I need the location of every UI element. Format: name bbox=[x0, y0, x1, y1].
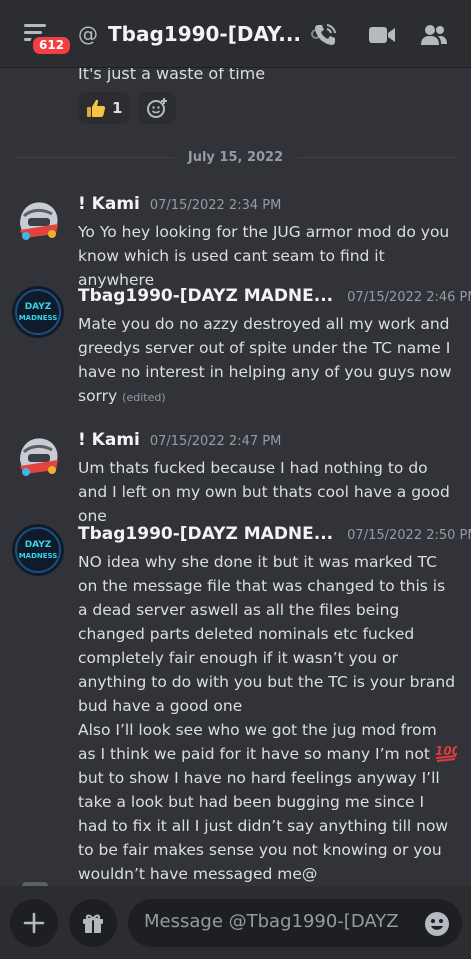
message-input[interactable] bbox=[144, 911, 404, 932]
video-call-icon[interactable] bbox=[368, 22, 396, 48]
thumbs-up-icon bbox=[87, 99, 106, 117]
dayz-madness-avatar-icon: DAYZ MADNESS bbox=[12, 524, 64, 576]
message-header: Tbag1990-[DAYZ MADNE... 07/15/2022 2:50 … bbox=[78, 524, 471, 544]
divider-line bbox=[297, 157, 458, 158]
previous-message-text: It's just a waste of time bbox=[78, 68, 266, 83]
author-name[interactable]: Tbag1990-[DAYZ MADNE... bbox=[78, 524, 333, 544]
message-text: Um thats fucked because I had nothing to… bbox=[78, 459, 450, 525]
reaction-bar: 1 bbox=[78, 92, 177, 124]
author-name[interactable]: ! Kami bbox=[78, 194, 140, 214]
dayz-madness-avatar-icon: DAYZ MADNESS bbox=[12, 286, 64, 338]
message-list[interactable]: It's just a waste of time 1 July 15, 202… bbox=[0, 68, 471, 886]
message-text-content: but to show I have no hard feelings anyw… bbox=[78, 769, 449, 883]
gift-icon bbox=[83, 914, 103, 933]
date-divider-label: July 15, 2022 bbox=[187, 150, 284, 165]
plus-icon bbox=[23, 912, 45, 934]
reaction-thumbs-up[interactable]: 1 bbox=[78, 92, 131, 124]
kami-avatar-icon bbox=[12, 194, 64, 246]
author-name[interactable]: Tbag1990-[DAYZ MADNE... bbox=[78, 286, 333, 306]
svg-text:MADNESS: MADNESS bbox=[19, 552, 58, 560]
avatar[interactable] bbox=[12, 430, 64, 482]
timestamp: 07/15/2022 2:47 PM bbox=[149, 434, 282, 449]
menu-button[interactable]: 612 bbox=[18, 14, 74, 57]
author-name[interactable]: ! Kami bbox=[78, 430, 140, 450]
avatar[interactable]: DAYZ MADNESS bbox=[12, 286, 64, 338]
add-reaction-icon bbox=[147, 98, 168, 118]
message-text: Yo Yo hey looking for the JUG armor mod … bbox=[78, 223, 450, 289]
timestamp: 07/15/2022 2:50 PM bbox=[347, 528, 471, 543]
message-header: Tbag1990-[DAYZ MADNE... 07/15/2022 2:46 … bbox=[78, 286, 471, 306]
message-paragraph: NO idea why she done it but it was marke… bbox=[78, 553, 456, 715]
svg-text:DAYZ: DAYZ bbox=[25, 302, 52, 312]
message-text: NO idea why she done it but it was marke… bbox=[78, 550, 458, 886]
timestamp: 07/15/2022 2:46 PM bbox=[347, 290, 471, 305]
message-text: Mate you do no azzy destroyed all my wor… bbox=[78, 312, 458, 410]
edited-label: (edited) bbox=[122, 391, 166, 404]
message-paragraph: Also I’ll look see who we got the jug mo… bbox=[78, 718, 458, 886]
message-header: ! Kami 07/15/2022 2:47 PM bbox=[78, 430, 281, 450]
menu-icon bbox=[24, 23, 46, 27]
attach-button[interactable] bbox=[10, 899, 58, 947]
gift-button[interactable] bbox=[69, 899, 117, 947]
date-divider: July 15, 2022 bbox=[14, 150, 458, 165]
reaction-count: 1 bbox=[112, 99, 123, 117]
avatar[interactable]: DAYZ MADNESS bbox=[12, 524, 64, 576]
members-icon[interactable] bbox=[420, 22, 448, 48]
channel-title[interactable]: Tbag1990-[DAY... bbox=[108, 22, 301, 46]
phone-call-icon[interactable] bbox=[312, 22, 338, 48]
svg-text:DAYZ: DAYZ bbox=[25, 540, 52, 550]
emoji-icon[interactable] bbox=[424, 911, 450, 937]
message-header: ! Kami 07/15/2022 2:34 PM bbox=[78, 194, 281, 214]
add-reaction-button[interactable] bbox=[138, 92, 177, 124]
dm-at-icon: @ bbox=[78, 21, 98, 46]
divider-line bbox=[14, 157, 174, 158]
kami-avatar-icon bbox=[12, 430, 64, 482]
message-text-content: Also I’ll look see who we got the jug mo… bbox=[78, 721, 437, 763]
composer-bar bbox=[0, 886, 471, 959]
avatar[interactable] bbox=[12, 194, 64, 246]
svg-text:MADNESS: MADNESS bbox=[19, 314, 58, 322]
unread-badge: 612 bbox=[30, 33, 74, 57]
hundred-points-icon: 100 bbox=[435, 744, 457, 762]
timestamp: 07/15/2022 2:34 PM bbox=[149, 198, 282, 213]
message-input-container[interactable] bbox=[128, 899, 462, 947]
channel-header: 612 @ Tbag1990-[DAY... bbox=[0, 0, 471, 68]
